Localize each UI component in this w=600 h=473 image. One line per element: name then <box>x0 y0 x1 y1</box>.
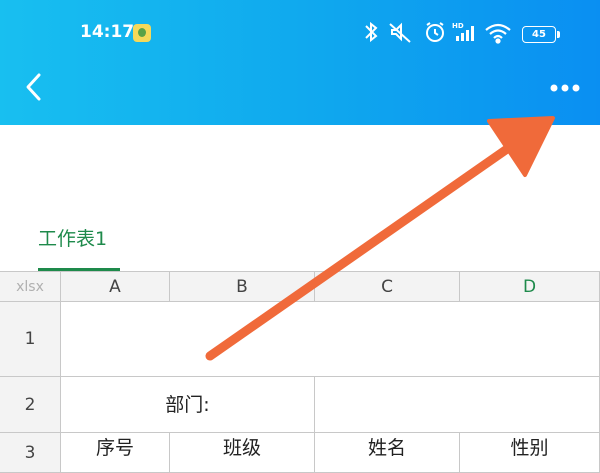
table-cell-name[interactable]: 姓名 <box>315 433 460 473</box>
battery-icon: 45 <box>522 26 560 43</box>
alarm-icon <box>426 22 444 42</box>
status-time: 14:17 <box>80 22 135 42</box>
back-button[interactable] <box>20 70 50 104</box>
merged-cell-row1[interactable] <box>61 302 600 377</box>
column-header-d[interactable]: D <box>460 271 600 302</box>
arrow-head <box>487 116 555 177</box>
spreadsheet-grid[interactable]: xlsx A B C D 1 2 部门: 3 序号 班级 姓名 性别 <box>0 271 600 473</box>
tab-sheet1[interactable]: 工作表1 <box>38 224 107 251</box>
svg-text:HD: HD <box>452 22 464 30</box>
department-cell[interactable]: 部门: <box>61 377 315 433</box>
wifi-icon <box>485 23 511 44</box>
chevron-left-icon <box>26 73 41 101</box>
more-dots-icon <box>550 84 580 92</box>
row-header-3[interactable]: 3 <box>0 433 61 473</box>
mute-icon <box>389 22 411 43</box>
column-header-c[interactable]: C <box>315 271 460 302</box>
table-cell-serial[interactable]: 序号 <box>61 433 170 473</box>
bluetooth-icon <box>365 21 378 43</box>
column-header-b[interactable]: B <box>170 271 315 302</box>
table-cell-class[interactable]: 班级 <box>170 433 315 473</box>
hd-signal-icon: HD <box>452 22 474 41</box>
more-options-button[interactable] <box>545 78 585 98</box>
row-header-2[interactable]: 2 <box>0 377 61 433</box>
table-cell-gender[interactable]: 性别 <box>460 433 600 473</box>
corner-cell: xlsx <box>0 271 61 302</box>
notification-app-icon <box>133 24 151 42</box>
row-header-1[interactable]: 1 <box>0 302 61 377</box>
merged-cell-row2-right[interactable] <box>315 377 600 433</box>
app-header: 14:17 HD 45 <box>0 0 600 125</box>
column-header-a[interactable]: A <box>61 271 170 302</box>
